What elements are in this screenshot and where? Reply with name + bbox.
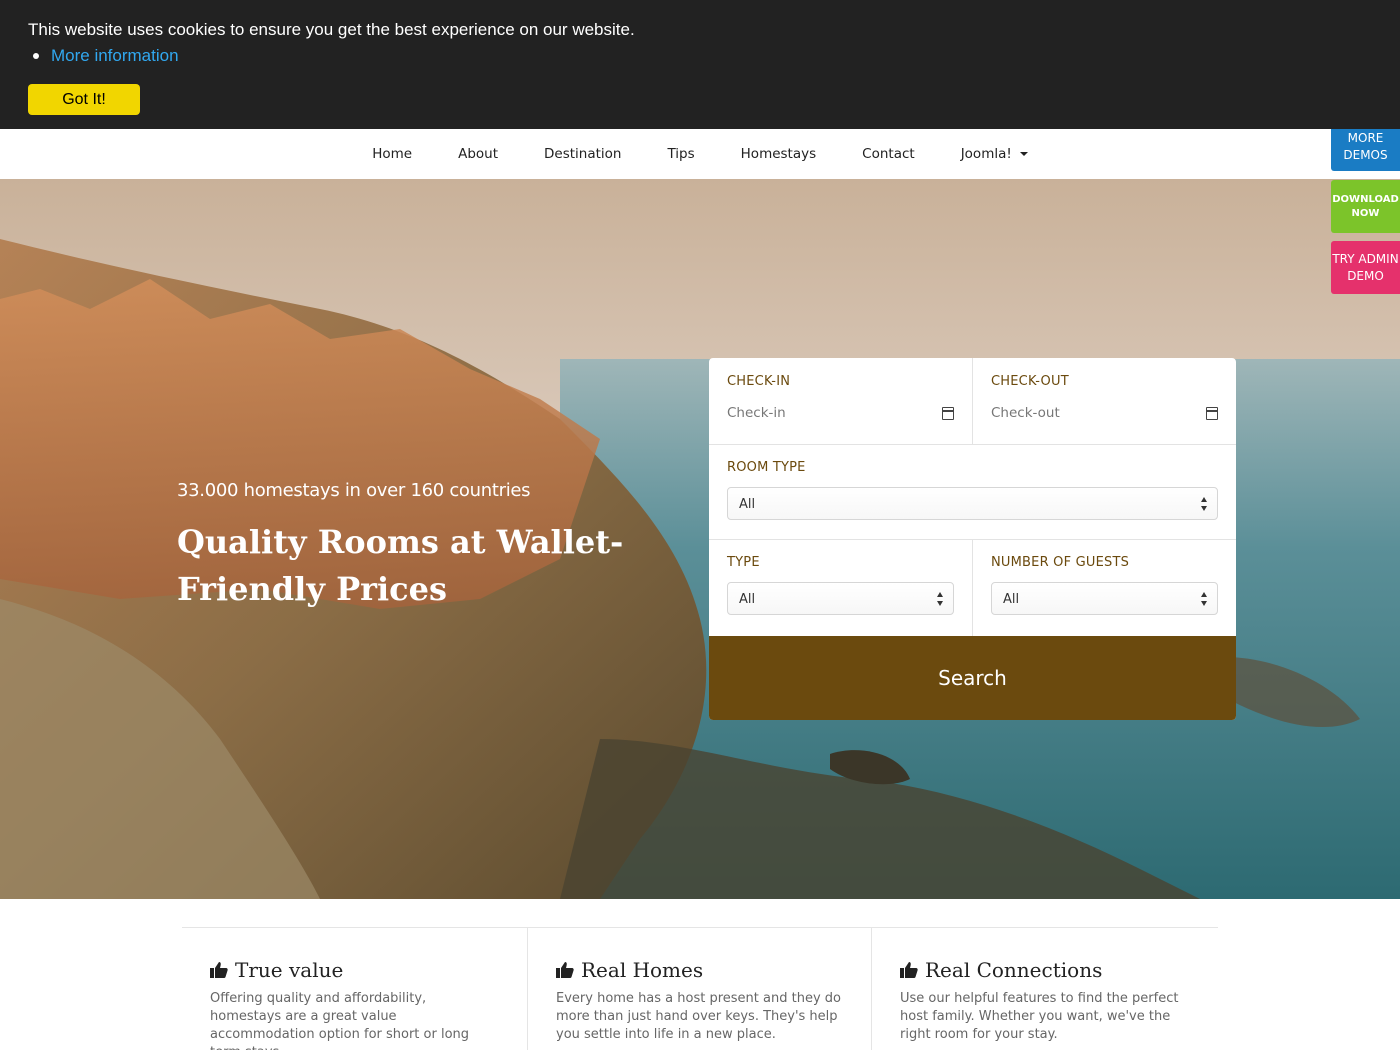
- select-arrows-icon: [1201, 497, 1208, 511]
- download-now-button[interactable]: DOWNLOAD NOW: [1331, 180, 1400, 233]
- thumbs-up-icon: [900, 962, 918, 978]
- checkout-field[interactable]: Check-out: [991, 402, 1219, 426]
- feature-title: Real Homes: [556, 958, 703, 982]
- checkin-field[interactable]: Check-in: [727, 402, 955, 426]
- divider: [709, 444, 1236, 445]
- nav-item-tips[interactable]: Tips: [667, 146, 694, 162]
- main-nav: Home About Destination Tips Homestays Co…: [0, 129, 1400, 179]
- room-type-select[interactable]: All: [727, 487, 1218, 520]
- type-value: All: [739, 592, 756, 607]
- cookie-banner: This website uses cookies to ensure you …: [0, 0, 1400, 129]
- nav-item-about[interactable]: About: [458, 146, 498, 162]
- select-arrows-icon: [937, 592, 944, 606]
- checkout-label: CHECK-OUT: [991, 374, 1069, 389]
- checkout-placeholder: Check-out: [991, 405, 1060, 421]
- nav-item-joomla-label: Joomla!: [960, 146, 1012, 162]
- divider: [972, 358, 973, 444]
- nav-item-contact[interactable]: Contact: [862, 146, 915, 162]
- feature-title-text: Real Homes: [581, 958, 704, 982]
- nav-item-joomla[interactable]: Joomla!: [961, 146, 1028, 162]
- feature-description: Use our helpful features to find the per…: [900, 991, 1179, 1042]
- more-information-link[interactable]: More information: [51, 46, 179, 66]
- type-select[interactable]: All: [727, 582, 954, 615]
- features-section: True value Offering quality and affordab…: [182, 927, 1218, 1050]
- hero-headline: Quality Rooms at Wallet-Friendly Prices: [177, 523, 624, 608]
- room-type-value: All: [739, 497, 756, 512]
- try-admin-demo-button[interactable]: TRY ADMIN DEMO: [1331, 241, 1400, 294]
- feature-title-text: Real Connections: [925, 958, 1103, 982]
- guests-value: All: [1003, 592, 1020, 607]
- type-label: TYPE: [727, 555, 760, 570]
- nav-item-homestays[interactable]: Homestays: [741, 146, 817, 162]
- feature-description: Every home has a host present and they d…: [556, 991, 841, 1042]
- hero-tagline: 33.000 homestays in over 160 countries: [177, 480, 531, 501]
- search-form: CHECK-IN Check-in CHECK-OUT Check-out RO…: [709, 358, 1236, 720]
- bullet-icon: [33, 53, 39, 59]
- select-arrows-icon: [1201, 592, 1208, 606]
- cookie-message: This website uses cookies to ensure you …: [28, 20, 635, 39]
- cookie-link-item: More information: [33, 46, 179, 66]
- cookie-links: More information: [33, 46, 179, 66]
- feature-real-homes: Real Homes Every home has a host present…: [556, 928, 846, 1050]
- calendar-icon[interactable]: [1206, 407, 1218, 420]
- feature-title-text: True value: [235, 958, 344, 982]
- search-button[interactable]: Search: [709, 636, 1236, 720]
- feature-description: Offering quality and affordability, home…: [210, 991, 470, 1050]
- guests-select[interactable]: All: [991, 582, 1218, 615]
- feature-divider: [871, 927, 872, 1050]
- feature-title: True value: [210, 958, 343, 982]
- caret-down-icon: [1019, 152, 1028, 156]
- feature-real-connections: Real Connections Use our helpful feature…: [900, 928, 1190, 1050]
- feature-true-value: True value Offering quality and affordab…: [210, 928, 500, 1050]
- guests-label: NUMBER OF GUESTS: [991, 555, 1130, 570]
- room-type-label: ROOM TYPE: [727, 460, 806, 475]
- checkin-label: CHECK-IN: [727, 374, 791, 389]
- checkin-placeholder: Check-in: [727, 405, 786, 421]
- divider: [972, 539, 973, 636]
- feature-divider: [527, 927, 528, 1050]
- nav-item-home[interactable]: Home: [372, 146, 412, 162]
- more-demos-button[interactable]: MORE DEMOS: [1331, 122, 1400, 171]
- thumbs-up-icon: [210, 962, 228, 978]
- nav-list: Home About Destination Tips Homestays Co…: [0, 129, 1400, 179]
- calendar-icon[interactable]: [942, 407, 954, 420]
- thumbs-up-icon: [556, 962, 574, 978]
- got-it-button[interactable]: Got It!: [28, 84, 140, 115]
- feature-title: Real Connections: [900, 958, 1102, 982]
- nav-item-destination[interactable]: Destination: [544, 146, 621, 162]
